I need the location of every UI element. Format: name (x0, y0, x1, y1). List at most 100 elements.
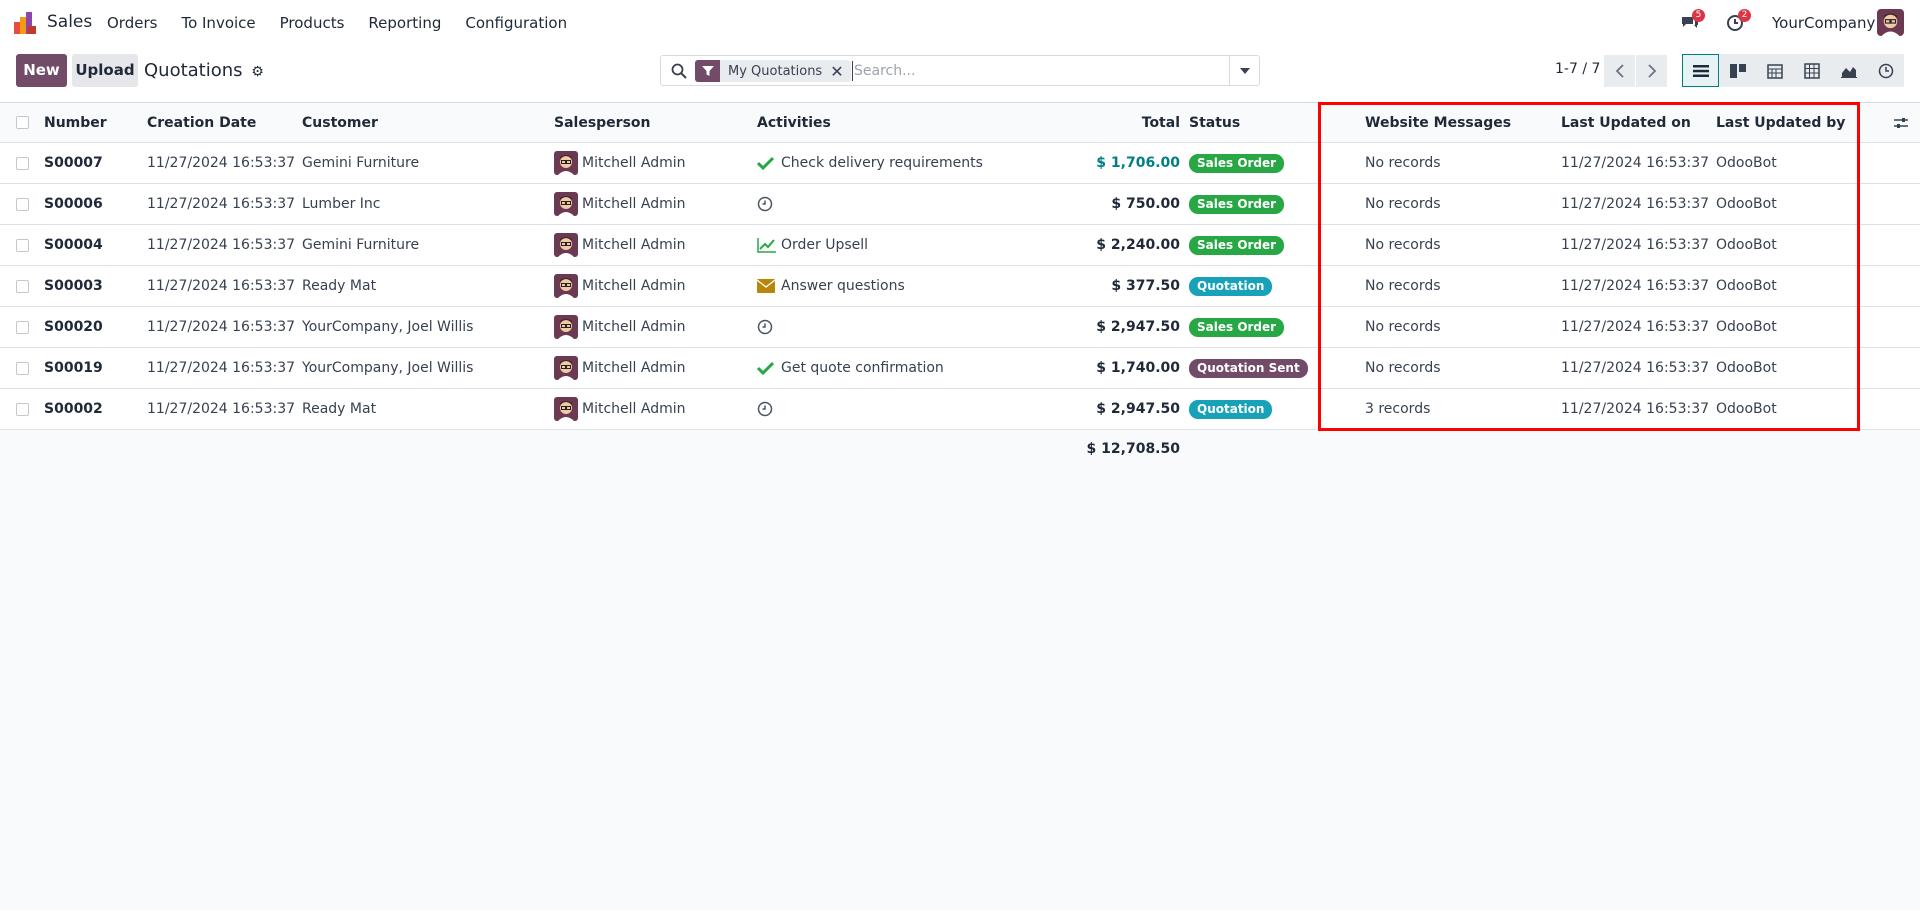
app-name[interactable]: Sales (47, 12, 92, 32)
activity[interactable] (757, 307, 781, 347)
table-row[interactable]: S00019 11/27/2024 16:53:37 YourCompany, Jo… (0, 348, 1920, 389)
table-row[interactable]: S00003 11/27/2024 16:53:37 Ready Mat Mitche… (0, 266, 1920, 307)
salesperson-name: Mitchell Admin (582, 319, 686, 335)
graph-view-button[interactable] (1830, 54, 1867, 87)
row-checkbox[interactable] (16, 389, 29, 429)
customer-name: YourCompany, Joel Willis (302, 319, 474, 335)
website-messages: No records (1365, 319, 1441, 335)
activity-view-button[interactable] (1867, 54, 1904, 87)
row-checkbox[interactable] (16, 266, 29, 306)
salesperson-avatar[interactable] (554, 397, 578, 421)
salesperson-avatar[interactable] (554, 315, 578, 339)
salesperson-name: Mitchell Admin (582, 278, 686, 294)
gear-icon[interactable]: ⚙ (251, 64, 264, 80)
salesperson-avatar[interactable] (554, 356, 578, 380)
salesperson-avatar[interactable] (554, 274, 578, 298)
activity[interactable]: Answer questions (757, 266, 905, 306)
salesperson-name: Mitchell Admin (582, 196, 686, 212)
column-header-activities[interactable]: Activities (757, 103, 831, 142)
column-header-status[interactable]: Status (1189, 103, 1240, 142)
status-badge: Sales Order (1189, 194, 1285, 214)
row-checkbox[interactable] (16, 225, 29, 265)
activity[interactable]: Get quote confirmation (757, 348, 944, 388)
menu-item-reporting[interactable]: Reporting (368, 14, 441, 32)
order-number: S00004 (44, 237, 103, 253)
order-total: $ 2,947.50 (1096, 401, 1180, 417)
calendar-view-button[interactable] (1756, 54, 1793, 87)
row-checkbox[interactable] (16, 348, 29, 388)
sales-app-logo-icon[interactable] (14, 12, 36, 34)
table-row[interactable]: S00007 11/27/2024 16:53:37 Gemini Furnitur… (0, 143, 1920, 184)
row-checkbox[interactable] (16, 143, 29, 183)
user-avatar[interactable] (1877, 9, 1904, 36)
table-row[interactable]: S00004 11/27/2024 16:53:37 Gemini Furnitur… (0, 225, 1920, 266)
table-row[interactable]: S00020 11/27/2024 16:53:37 YourCompany, Jo… (0, 307, 1920, 348)
remove-facet-icon[interactable]: ✕ (830, 62, 850, 81)
check-icon[interactable] (757, 153, 779, 173)
salesperson-avatar[interactable] (554, 192, 578, 216)
website-messages: No records (1365, 196, 1441, 212)
activities-button[interactable]: 2 (1726, 9, 1751, 33)
column-header-salesperson[interactable]: Salesperson (554, 103, 651, 142)
upload-button[interactable]: Upload (72, 54, 138, 87)
salesperson-name: Mitchell Admin (582, 237, 686, 253)
activity[interactable]: Order Upsell (757, 225, 868, 265)
column-header-last-updated-by[interactable]: Last Updated by (1716, 103, 1845, 142)
pivot-view-button[interactable] (1793, 54, 1830, 87)
activity[interactable] (757, 184, 781, 224)
activity[interactable]: Check delivery requirements (757, 143, 983, 183)
pager-next-button[interactable] (1636, 55, 1667, 87)
row-checkbox[interactable] (16, 184, 29, 224)
column-header-total[interactable]: Total (1080, 103, 1180, 142)
pager-previous-button[interactable] (1604, 55, 1635, 87)
company-switcher[interactable]: YourCompany (1772, 14, 1875, 32)
chart-line-icon[interactable] (757, 235, 779, 255)
new-button[interactable]: New (16, 54, 67, 87)
column-header-last-updated-on[interactable]: Last Updated on (1561, 103, 1691, 142)
status-badge: Sales Order (1189, 153, 1285, 173)
menu-item-configuration[interactable]: Configuration (465, 14, 567, 32)
salesperson: Mitchell Admin (554, 266, 686, 306)
search-input[interactable] (852, 61, 1222, 81)
column-header-creation-date[interactable]: Creation Date (147, 103, 256, 142)
messages-button[interactable]: 5 (1680, 9, 1705, 33)
last-updated-by: OdooBot (1716, 401, 1777, 417)
optional-columns-toggle-icon[interactable] (1893, 115, 1909, 131)
select-all-checkbox[interactable] (16, 103, 29, 142)
envelope-icon[interactable] (757, 276, 779, 296)
salesperson: Mitchell Admin (554, 184, 686, 224)
activity[interactable] (757, 389, 781, 429)
salesperson: Mitchell Admin (554, 348, 686, 388)
search-bar: My Quotations ✕ (660, 55, 1260, 86)
salesperson-avatar[interactable] (554, 151, 578, 175)
menu-item-products[interactable]: Products (280, 14, 345, 32)
table-header-row: Number Creation Date Customer Salesperso… (0, 103, 1920, 143)
menu-item-to-invoice[interactable]: To Invoice (181, 14, 255, 32)
main-menu: Orders To Invoice Products Reporting Con… (107, 14, 591, 32)
pivot-table-icon (1803, 62, 1820, 79)
clock-icon[interactable] (757, 317, 779, 337)
last-updated-by: OdooBot (1716, 237, 1777, 253)
column-header-website-messages[interactable]: Website Messages (1365, 103, 1511, 142)
search-icon[interactable] (670, 62, 688, 80)
view-switcher (1682, 54, 1904, 87)
clock-icon[interactable] (757, 399, 779, 419)
column-header-number[interactable]: Number (44, 103, 107, 142)
list-view-button[interactable] (1682, 54, 1719, 87)
salesperson-avatar[interactable] (554, 233, 578, 257)
kanban-view-button[interactable] (1719, 54, 1756, 87)
search-options-toggle[interactable] (1229, 56, 1259, 85)
row-checkbox[interactable] (16, 307, 29, 347)
last-updated-on: 11/27/2024 16:53:37 (1561, 196, 1710, 212)
pager-value[interactable]: 1-7 / 7 (1555, 61, 1600, 77)
creation-date: 11/27/2024 16:53:37 (147, 155, 296, 171)
table-row[interactable]: S00006 11/27/2024 16:53:37 Lumber Inc Mitch… (0, 184, 1920, 225)
table-row[interactable]: S00002 11/27/2024 16:53:37 Ready Mat Mitche… (0, 389, 1920, 430)
grand-total: $ 12,708.50 (1086, 441, 1180, 457)
column-header-customer[interactable]: Customer (302, 103, 378, 142)
customer-name: YourCompany, Joel Willis (302, 360, 474, 376)
menu-item-orders[interactable]: Orders (107, 14, 157, 32)
check-icon[interactable] (757, 358, 779, 378)
clock-icon[interactable] (757, 194, 779, 214)
calendar-icon (1766, 63, 1783, 79)
